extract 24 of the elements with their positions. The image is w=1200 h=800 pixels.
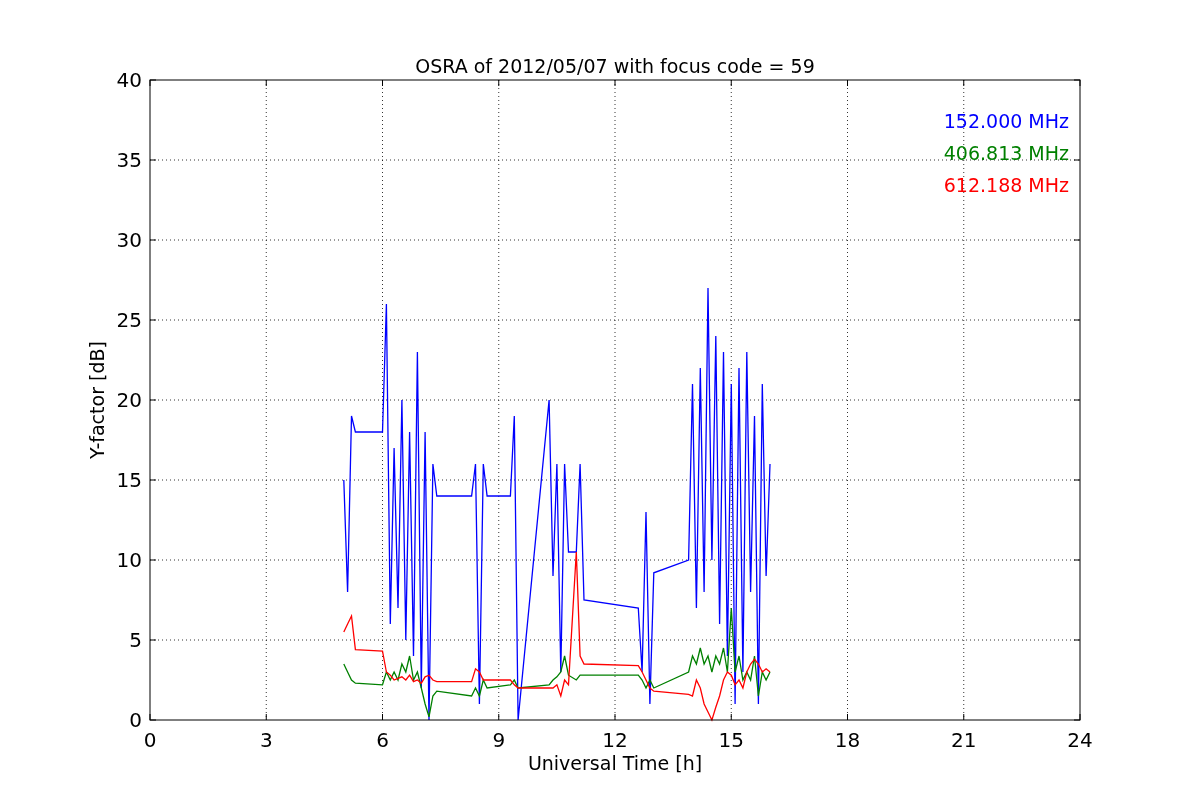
legend-label: 152.000 MHz: [943, 110, 1069, 132]
tick-label: 20: [116, 388, 142, 412]
tick-label: 12: [602, 728, 628, 752]
tick-label: 15: [116, 468, 142, 492]
tick-label: 30: [116, 228, 142, 252]
y-axis-label: Y-factor [dB]: [86, 341, 108, 459]
tick-label: 15: [718, 728, 744, 752]
tick-label: 5: [129, 628, 142, 652]
tick-label: 0: [143, 728, 157, 752]
tick-label: 21: [951, 728, 977, 752]
tick-label: 10: [116, 548, 142, 572]
tick-label: 6: [376, 728, 389, 752]
x-axis-label: Universal Time [h]: [527, 752, 703, 774]
tick-label: 18: [834, 728, 861, 752]
chart-title: OSRA of 2012/05/07 with focus code = 59: [415, 55, 815, 77]
tick-label: 24: [1067, 728, 1093, 752]
legend-label: 406.813 MHz: [943, 142, 1069, 164]
tick-label: 40: [116, 68, 142, 92]
legend-label: 612.188 MHz: [943, 174, 1069, 196]
tick-label: 0: [129, 708, 142, 732]
tick-label: 25: [116, 308, 142, 332]
tick-label: 3: [259, 728, 273, 752]
tick-label: 9: [492, 728, 506, 752]
tick-label: 35: [116, 148, 142, 172]
